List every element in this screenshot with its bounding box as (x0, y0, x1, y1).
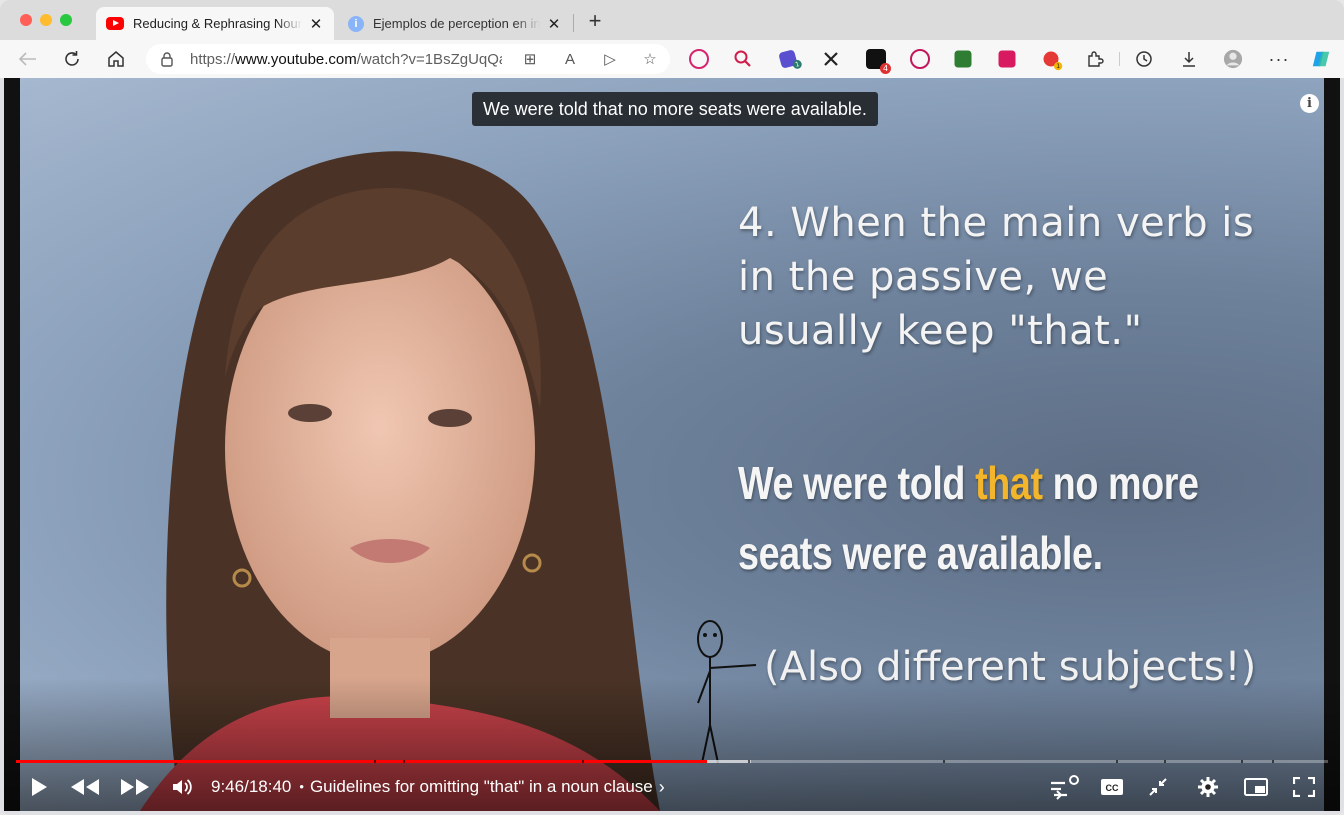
chapter-marker (943, 760, 945, 763)
chapter-marker (1241, 760, 1243, 763)
rewind-icon (71, 779, 99, 795)
download-extension-icon[interactable] (954, 50, 972, 68)
address-bar[interactable]: https://www.youtube.com/watch?v=1BsZgUqQ… (146, 44, 670, 74)
progress-played (16, 760, 708, 763)
cc-icon: CC (1101, 779, 1123, 795)
tab-divider (573, 14, 574, 32)
volume-button[interactable] (168, 772, 196, 802)
home-icon[interactable] (106, 49, 126, 69)
video-player-extension-icon[interactable] (689, 49, 709, 69)
tools-extension-icon[interactable] (821, 49, 841, 69)
fast-forward-button[interactable] (118, 772, 152, 802)
extension-badge: 1 (1054, 62, 1063, 71)
highlighted-word: that (975, 457, 1043, 509)
url-text[interactable]: https://www.youtube.com/watch?v=1BsZgUqQ… (190, 51, 502, 68)
slide-rule-text: 4. When the main verb is in the passive,… (738, 200, 1255, 354)
window-minimize-button[interactable] (40, 14, 52, 26)
toolbar-divider (1119, 52, 1120, 66)
info-icon[interactable]: i (1300, 94, 1319, 113)
search-extension-icon[interactable] (733, 49, 753, 69)
reload-icon[interactable] (62, 49, 82, 69)
fullscreen-button[interactable] (1290, 772, 1318, 802)
total-time: 18:40 (248, 777, 292, 796)
chapter-marker (1116, 760, 1118, 763)
progress-bar[interactable] (16, 760, 1328, 763)
downloads-icon[interactable] (1179, 49, 1199, 69)
volume-icon (173, 779, 192, 795)
video-search-icon[interactable]: ▷ (590, 50, 630, 68)
miniplayer-button[interactable] (1242, 772, 1270, 802)
play-icon (32, 778, 47, 796)
autoplay-queue-button[interactable] (1046, 772, 1082, 802)
history-icon[interactable] (1134, 49, 1154, 69)
new-tab-button[interactable]: + (584, 10, 606, 33)
extensions-icon[interactable] (1085, 49, 1105, 69)
play-button[interactable] (26, 772, 52, 802)
favorite-star-icon[interactable]: ☆ (630, 50, 670, 68)
chapter-title[interactable]: Guidelines for omitting "that" in a noun… (310, 774, 653, 800)
tab-strip: Reducing & Rephrasing Noun Clauses ✕ i E… (0, 0, 1344, 40)
info-icon: i (348, 15, 364, 32)
gear-icon (1198, 777, 1218, 797)
collapse-arrows-icon (1149, 778, 1167, 796)
chapter-marker (1164, 760, 1166, 763)
window-close-button[interactable] (20, 14, 32, 26)
time-display: 9:46 / 18:40 • Guidelines for omitting "… (211, 774, 665, 800)
chapter-marker (582, 760, 584, 763)
chapter-marker (403, 760, 405, 763)
board-extension-icon[interactable] (998, 50, 1016, 68)
extension-badge: 1 (791, 58, 803, 70)
rewind-button[interactable] (68, 772, 102, 802)
video-caption: We were told that no more seats were ava… (472, 92, 878, 126)
tab-title: Ejemplos de perception en inglés (373, 16, 540, 31)
record-extension-icon[interactable] (910, 49, 930, 69)
chapter-marker (374, 760, 376, 763)
close-tab-icon[interactable]: ✕ (546, 16, 562, 33)
chevron-right-icon[interactable]: › (659, 774, 665, 800)
copilot-icon[interactable] (1311, 49, 1331, 69)
read-aloud-icon[interactable]: A (550, 51, 590, 68)
captions-button[interactable]: CC (1098, 772, 1126, 802)
chapter-marker (1272, 760, 1274, 763)
miniplayer-icon (1244, 778, 1268, 796)
tab-title: Reducing & Rephrasing Noun Clauses (133, 16, 302, 31)
settings-button[interactable] (1194, 772, 1222, 802)
fullscreen-icon (1293, 777, 1315, 797)
browser-toolbar: https://www.youtube.com/watch?v=1BsZgUqQ… (0, 40, 1344, 78)
window-zoom-button[interactable] (60, 14, 72, 26)
more-menu-icon[interactable]: ··· (1269, 49, 1289, 69)
dark-extension-icon[interactable]: 4 (866, 49, 891, 74)
chapter-marker (748, 760, 750, 763)
apps-icon[interactable]: ⊞ (510, 50, 550, 68)
close-tab-icon[interactable]: ✕ (308, 16, 324, 33)
extension-badge: 4 (880, 63, 891, 74)
controls-gradient (4, 678, 1340, 811)
lock-icon[interactable] (160, 51, 174, 67)
browser-window: Reducing & Rephrasing Noun Clauses ✕ i E… (0, 0, 1344, 815)
miniplayer-collapse-button[interactable] (1144, 772, 1172, 802)
tab-ejemplos[interactable]: i Ejemplos de perception en inglés ✕ (338, 7, 572, 40)
current-time: 9:46 (211, 777, 245, 796)
red-dot-extension-icon[interactable]: 1 (1043, 51, 1063, 71)
puzzle-extension-icon[interactable]: 1 (778, 49, 803, 70)
back-arrow-icon[interactable] (18, 49, 38, 69)
slide-example-text: We were told that no more seats were ava… (738, 457, 1199, 579)
youtube-icon (106, 17, 124, 30)
video-player[interactable]: 4. When the main verb is in the passive,… (4, 78, 1340, 811)
fast-forward-icon (121, 779, 149, 795)
profile-avatar-icon[interactable] (1223, 49, 1243, 69)
svg-text:CC: CC (1106, 783, 1119, 793)
tab-youtube[interactable]: Reducing & Rephrasing Noun Clauses ✕ (96, 7, 334, 40)
autoplay-settings-icon (1051, 775, 1079, 800)
